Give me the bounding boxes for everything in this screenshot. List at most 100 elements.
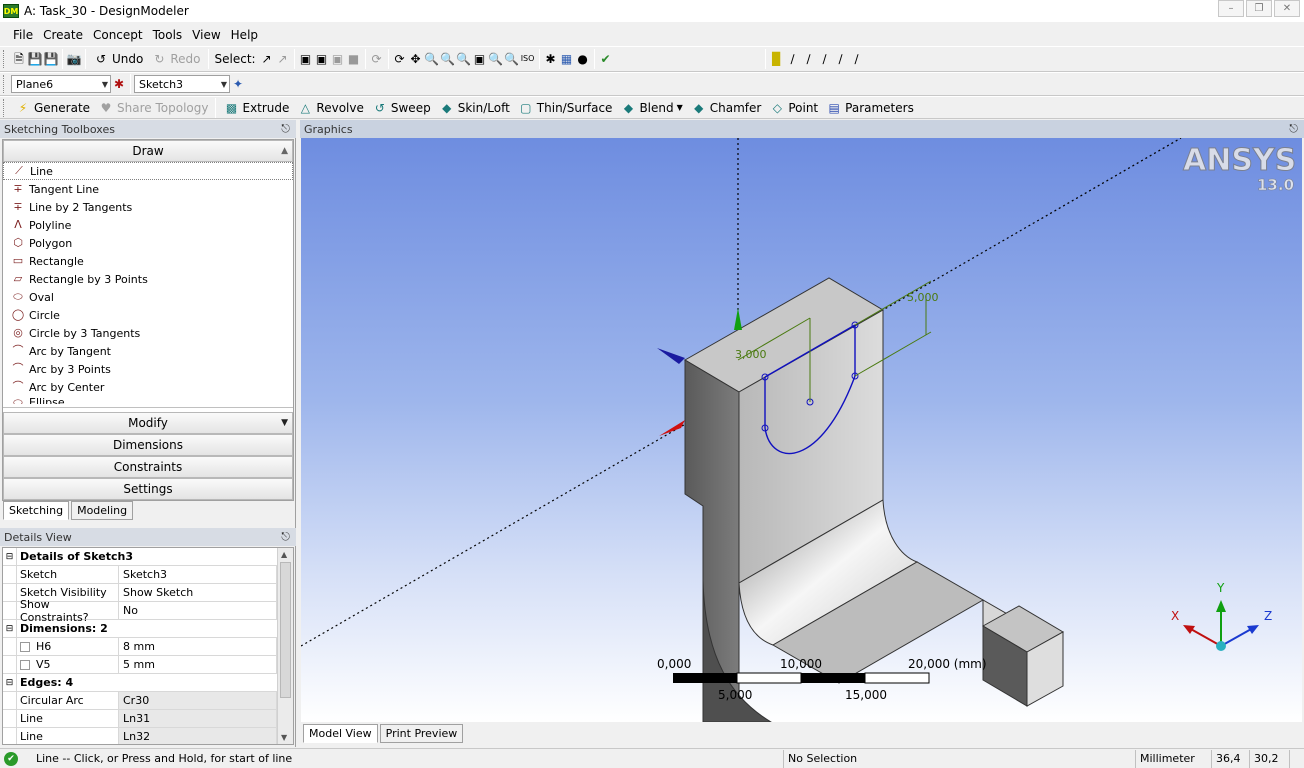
tool-oval[interactable]: ⬭ Oval — [3, 288, 293, 306]
iso-view-icon[interactable]: ISO — [520, 51, 536, 67]
display-model-icon[interactable]: ▦ — [559, 51, 575, 67]
row-value[interactable]: No — [119, 602, 277, 619]
undo-button[interactable]: ↺ Undo — [89, 49, 147, 69]
dimension-label[interactable]: 3,000 — [735, 348, 767, 361]
pin-icon[interactable]: ⎋ — [281, 122, 290, 136]
select-faces-icon[interactable]: ▣ — [330, 51, 346, 67]
collapse-icon[interactable]: ⊟ — [3, 548, 17, 565]
tool-arc-by-center[interactable]: ⌒ Arc by Center — [3, 378, 293, 396]
tool-polyline[interactable]: Λ Polyline — [3, 216, 293, 234]
display-points-icon[interactable]: ● — [575, 51, 591, 67]
close-button[interactable]: ✕ — [1274, 0, 1300, 17]
select-mode-icon[interactable]: ↗ — [275, 51, 291, 67]
graphics-viewport[interactable]: 3,000 5,000 Y X Z 0,000 10,000 20,000 (m… — [301, 138, 1302, 722]
extend-selection-icon[interactable]: ⟳ — [369, 51, 385, 67]
details-group-dimensions[interactable]: ⊟ Dimensions: 2 — [3, 620, 277, 638]
zoom-to-fit-icon[interactable]: ▣ — [472, 51, 488, 67]
menu-create[interactable]: Create — [38, 28, 88, 42]
menu-file[interactable]: File — [8, 28, 38, 42]
sketch-combo[interactable]: Sketch3 ▼ — [134, 75, 230, 93]
redo-button[interactable]: ↻ Redo — [147, 49, 204, 69]
generate-button[interactable]: ⚡ Generate — [11, 98, 94, 118]
color-display-icon[interactable]: ▉ — [769, 51, 785, 67]
new-sketch-icon[interactable]: ✦ — [230, 76, 246, 92]
share-topology-button[interactable]: ♥ Share Topology — [94, 98, 212, 118]
plane-combo[interactable]: Plane6 ▼ — [11, 75, 111, 93]
collapse-icon[interactable]: ⊟ — [3, 674, 17, 691]
magnifier-icon[interactable]: 🔍 — [488, 51, 504, 67]
minimize-button[interactable]: – — [1218, 0, 1244, 17]
modify-section-header[interactable]: Modify ▼ — [3, 412, 293, 434]
tool-rectangle[interactable]: ▭ Rectangle — [3, 252, 293, 270]
tool-rectangle-3-points[interactable]: ▱ Rectangle by 3 Points — [3, 270, 293, 288]
dim-vertical-icon[interactable]: ∕ — [817, 51, 833, 67]
row-value[interactable]: Sketch3 — [119, 566, 277, 583]
details-scrollbar[interactable]: ▲ ▼ — [277, 548, 293, 744]
look-at-icon[interactable]: ✔ — [598, 51, 614, 67]
select-cursor-icon[interactable]: ↗ — [259, 51, 275, 67]
tool-circle-3-tangents[interactable]: ◎ Circle by 3 Tangents — [3, 324, 293, 342]
rotate-icon[interactable]: ⟳ — [392, 51, 408, 67]
tab-model-view[interactable]: Model View — [303, 724, 378, 743]
settings-section-header[interactable]: Settings — [3, 478, 293, 500]
dimensions-section-header[interactable]: Dimensions — [3, 434, 293, 456]
row-value[interactable]: 5 mm — [119, 656, 277, 673]
row-value[interactable]: Show Sketch — [119, 584, 277, 601]
menu-tools[interactable]: Tools — [148, 28, 188, 42]
tool-line-by-2-tangents[interactable]: ∓ Line by 2 Tangents — [3, 198, 293, 216]
select-edges-icon[interactable]: ▣ — [314, 51, 330, 67]
collapse-icon[interactable]: ⊟ — [3, 620, 17, 637]
camera-icon[interactable]: 📷 — [66, 51, 82, 67]
zoom-fit-icon[interactable]: 🔍 — [456, 51, 472, 67]
thin-surface-button[interactable]: ▢ Thin/Surface — [514, 98, 617, 118]
draw-section-header[interactable]: Draw ▲ — [3, 140, 293, 162]
parameters-button[interactable]: ▤ Parameters — [822, 98, 918, 118]
details-group-sketch[interactable]: ⊟ Details of Sketch3 — [3, 548, 277, 566]
new-icon[interactable]: 🗎 — [11, 51, 27, 67]
save-icon[interactable]: 💾 — [27, 51, 43, 67]
units-status[interactable]: Millimeter — [1136, 749, 1212, 768]
tab-modeling[interactable]: Modeling — [71, 501, 134, 520]
chamfer-button[interactable]: ◆ Chamfer — [687, 98, 766, 118]
chevron-down-icon[interactable]: ▼ — [281, 418, 288, 428]
dim-general-icon[interactable]: ∕ — [785, 51, 801, 67]
tool-arc-by-tangent[interactable]: ⌒ Arc by Tangent — [3, 342, 293, 360]
tool-tangent-line[interactable]: ∓ Tangent Line — [3, 180, 293, 198]
pan-icon[interactable]: ✥ — [408, 51, 424, 67]
tool-arc-3-points[interactable]: ⌒ Arc by 3 Points — [3, 360, 293, 378]
tool-circle[interactable]: ◯ Circle — [3, 306, 293, 324]
scroll-down-icon[interactable]: ▼ — [281, 733, 287, 742]
constraints-section-header[interactable]: Constraints — [3, 456, 293, 478]
revolve-button[interactable]: △ Revolve — [293, 98, 367, 118]
extrude-button[interactable]: ▩ Extrude — [219, 98, 293, 118]
scroll-thumb[interactable] — [280, 562, 291, 698]
dim-horizontal-icon[interactable]: ∕ — [801, 51, 817, 67]
tool-line[interactable]: ⟋ Line — [3, 162, 293, 180]
restore-button[interactable]: ❐ — [1246, 0, 1272, 17]
blend-button[interactable]: ◆ Blend ▼ — [616, 98, 686, 118]
dimension-label[interactable]: 5,000 — [907, 291, 939, 304]
select-points-icon[interactable]: ▣ — [298, 51, 314, 67]
parameter-checkbox[interactable] — [20, 641, 30, 652]
pin-icon[interactable]: ⎋ — [1289, 122, 1298, 136]
collapse-up-icon[interactable]: ▲ — [281, 146, 288, 156]
dim-length-icon[interactable]: ∕ — [833, 51, 849, 67]
magnifier-window-icon[interactable]: 🔍 — [504, 51, 520, 67]
tab-sketching[interactable]: Sketching — [3, 501, 70, 520]
new-plane-icon[interactable]: ✱ — [111, 76, 127, 92]
select-bodies-icon[interactable]: ■ — [346, 51, 362, 67]
menu-help[interactable]: Help — [226, 28, 263, 42]
point-button[interactable]: ◇ Point — [765, 98, 822, 118]
pin-icon[interactable]: ⎋ — [281, 530, 290, 544]
parameter-checkbox[interactable] — [20, 659, 30, 670]
box-zoom-icon[interactable]: 🔍 — [440, 51, 456, 67]
sweep-button[interactable]: ↺ Sweep — [368, 98, 435, 118]
tool-polygon[interactable]: ⬡ Polygon — [3, 234, 293, 252]
skin-loft-button[interactable]: ◆ Skin/Loft — [435, 98, 514, 118]
save-as-icon[interactable]: 💾 — [43, 51, 59, 67]
tab-print-preview[interactable]: Print Preview — [379, 724, 464, 743]
menu-view[interactable]: View — [187, 28, 225, 42]
zoom-icon[interactable]: 🔍 — [424, 51, 440, 67]
menu-concept[interactable]: Concept — [88, 28, 148, 42]
tool-ellipse[interactable]: ⬭ Ellipse — [3, 396, 293, 404]
